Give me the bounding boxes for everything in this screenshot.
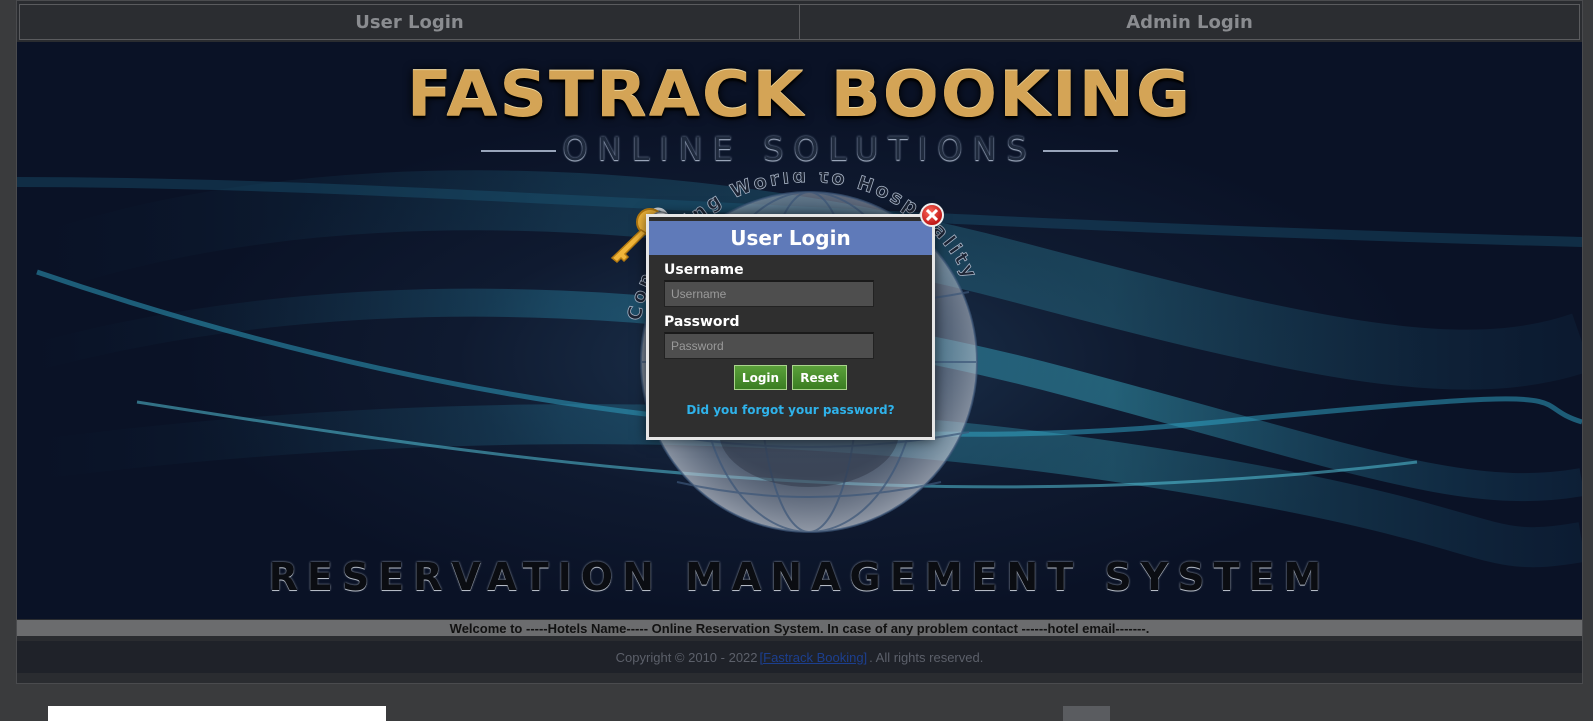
brand-title: FASTRACK BOOKING (406, 57, 1193, 132)
welcome-bar: Welcome to -----Hotels Name----- Online … (17, 620, 1582, 636)
username-label: Username (664, 262, 744, 278)
login-tabs: User Login Admin Login (19, 4, 1580, 40)
copyright-text: Copyright © 2010 - 2022 (615, 649, 758, 665)
brand-bottom-title: RESERVATION MANAGEMENT SYSTEM (268, 555, 1331, 599)
bottom-white-bar (48, 706, 386, 721)
copyright-suffix: . All rights reserved. (869, 649, 984, 665)
close-icon (926, 209, 938, 221)
password-input[interactable] (664, 332, 874, 359)
user-login-dialog: User Login Username Password Login Reset… (646, 214, 935, 440)
tab-admin-login[interactable]: Admin Login (800, 4, 1580, 40)
reset-button[interactable]: Reset (792, 365, 847, 390)
tab-user-login[interactable]: User Login (19, 4, 800, 40)
copyright-bar: Copyright © 2010 - 2022 [Fastrack Bookin… (17, 641, 1582, 673)
username-input[interactable] (664, 280, 874, 307)
subtitle-line-right (1042, 150, 1118, 152)
brand-subtitle: ONLINE SOLUTIONS (17, 130, 1582, 168)
password-label: Password (664, 314, 740, 330)
bottom-gray-block (1063, 706, 1110, 721)
subtitle-line-left (481, 150, 557, 152)
dialog-title: User Login (649, 221, 932, 255)
brand-subtitle-text: ONLINE SOLUTIONS (562, 130, 1037, 168)
forgot-password-link[interactable]: Did you forgot your password? (649, 403, 932, 417)
login-button[interactable]: Login (734, 365, 787, 390)
close-dialog-button[interactable] (920, 203, 944, 227)
fastrack-booking-link[interactable]: [Fastrack Booking] (760, 650, 868, 665)
